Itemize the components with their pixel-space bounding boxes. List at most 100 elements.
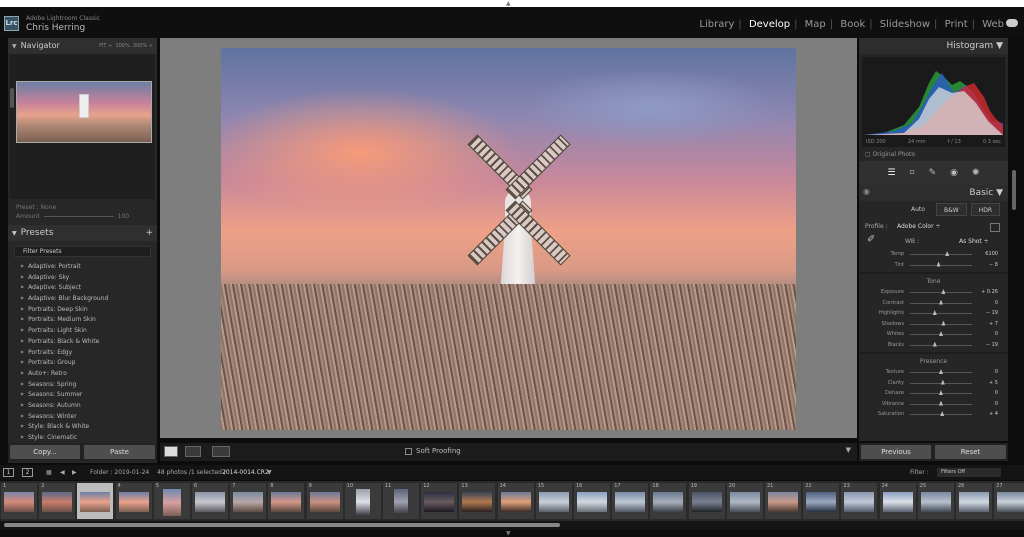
before-after-button[interactable] — [185, 446, 201, 457]
filmstrip-thumbnail[interactable] — [233, 492, 264, 512]
preset-group[interactable]: Portraits: Edgy — [21, 347, 157, 358]
toolbar-menu-icon[interactable]: ▼ — [846, 446, 851, 454]
filmstrip-cell[interactable]: 4 — [115, 483, 152, 519]
slider-track[interactable] — [910, 313, 972, 314]
slider-value[interactable]: − 8 — [989, 262, 998, 268]
eyedropper-icon[interactable]: ✐ — [867, 233, 875, 247]
filmstrip-cell[interactable]: 18 — [650, 483, 687, 519]
slider-track[interactable] — [910, 382, 972, 384]
filmstrip-scroll-thumb[interactable] — [4, 523, 560, 527]
slider-track[interactable] — [910, 254, 972, 255]
preset-group[interactable]: Portraits: Black & White — [21, 336, 157, 347]
filmstrip-cell[interactable]: 14 — [497, 483, 534, 519]
navigator-thumbnail[interactable] — [16, 81, 152, 143]
preset-group[interactable]: Portraits: Group — [21, 357, 157, 368]
primary-window-button[interactable]: 1 — [3, 468, 14, 477]
crop-icon[interactable]: ⌗ — [910, 168, 915, 178]
filmstrip-thumbnail[interactable] — [959, 492, 989, 512]
slider-value[interactable]: 0 — [995, 369, 998, 375]
zoom-options[interactable]: FIT ÷ 100% 300% ÷ — [99, 43, 153, 49]
edit-sliders-icon[interactable]: ☰ — [887, 168, 895, 178]
filmstrip-cell[interactable]: 17 — [612, 483, 649, 519]
filmstrip-cell[interactable]: 8 — [268, 483, 305, 519]
right-panel-scrollbar[interactable] — [1012, 170, 1016, 210]
yy-compare-button[interactable] — [212, 446, 230, 457]
filmstrip-cell[interactable]: 23 — [841, 483, 878, 519]
bw-button[interactable]: B&W — [935, 203, 967, 216]
selected-filename[interactable]: 2014-0014.CR2 — [222, 469, 269, 476]
slider-track[interactable] — [910, 323, 972, 325]
filmstrip-thumbnail[interactable] — [162, 489, 181, 516]
slider-value[interactable]: 0 — [995, 390, 998, 396]
filmstrip-cell[interactable]: 7 — [230, 483, 267, 519]
main-photo[interactable] — [221, 48, 796, 430]
preset-group[interactable]: Adaptive: Blur Background — [21, 293, 157, 304]
original-photo-toggle[interactable]: ▢ Original Photo — [859, 150, 1008, 159]
module-slideshow[interactable]: Slideshow — [880, 19, 930, 30]
filmstrip-cell[interactable]: 2 — [39, 483, 76, 519]
filmstrip-thumbnail[interactable] — [500, 492, 531, 512]
histogram[interactable]: ISO 200 24 mm f / 13 0.3 sec — [862, 57, 1005, 147]
preset-group[interactable]: Adaptive: Portrait — [21, 261, 157, 272]
filmstrip-cell[interactable]: 9 — [306, 483, 343, 519]
slider-value[interactable]: + 5 — [989, 380, 998, 386]
masking-icon[interactable]: ✺ — [972, 168, 980, 178]
filmstrip-thumbnail[interactable] — [394, 489, 408, 515]
wb-select[interactable]: As Shot ÷ — [959, 235, 989, 249]
loupe-view-button[interactable] — [164, 446, 178, 457]
filmstrip-thumbnail[interactable] — [882, 492, 913, 512]
filmstrip-thumbnail[interactable] — [118, 492, 149, 512]
slider-value[interactable]: 6100 — [985, 251, 998, 257]
filmstrip-thumbnail[interactable] — [615, 492, 646, 512]
slider-value[interactable]: + 7 — [989, 321, 998, 327]
top-panel-toggle[interactable]: ▲ — [0, 0, 1024, 7]
slider-track[interactable] — [910, 344, 972, 346]
preset-group[interactable]: Adaptive: Sky — [21, 272, 157, 283]
slider-value[interactable]: 0 — [995, 401, 998, 407]
module-develop[interactable]: Develop — [749, 19, 790, 30]
preset-group[interactable]: Style: Black & White — [21, 421, 157, 432]
slider-value[interactable]: + 4 — [989, 411, 998, 417]
filmstrip-thumbnail[interactable] — [424, 492, 455, 512]
preset-group[interactable]: Portraits: Light Skin — [21, 325, 157, 336]
copy-button[interactable]: Copy... — [10, 445, 80, 459]
preset-group[interactable]: Adaptive: Subject — [21, 282, 157, 293]
filmstrip-cell[interactable]: 15 — [535, 483, 572, 519]
filmstrip-cell[interactable]: 24 — [879, 483, 916, 519]
filmstrip-cell[interactable]: 11 — [383, 483, 419, 519]
filmstrip-cell[interactable]: 10 — [344, 483, 381, 519]
slider-value[interactable]: 0 — [995, 331, 998, 337]
filmstrip-cell[interactable]: 16 — [574, 483, 610, 519]
paste-button[interactable]: Paste — [84, 445, 155, 459]
panel-eye-icon[interactable]: ◉ — [863, 187, 870, 196]
filmstrip-cell[interactable]: 22 — [803, 483, 840, 519]
amount-slider[interactable] — [43, 216, 114, 217]
filmstrip-thumbnail[interactable] — [309, 492, 340, 512]
filmstrip-thumbnail[interactable] — [42, 492, 73, 512]
filmstrip-thumbnail[interactable] — [844, 492, 875, 512]
grid-view-icon[interactable]: ▦ — [46, 469, 52, 476]
forward-arrow-icon[interactable]: ▶ — [72, 469, 77, 476]
filmstrip-thumbnail[interactable] — [920, 492, 951, 512]
cloud-sync-icon[interactable] — [1006, 19, 1018, 27]
filmstrip-cell[interactable]: 20 — [726, 483, 763, 519]
navigator-header[interactable]: ▼ Navigator FIT ÷ 100% 300% ÷ — [8, 38, 157, 54]
preset-group[interactable]: Seasons: Autumn — [21, 400, 157, 411]
filmstrip-thumbnail[interactable] — [729, 492, 760, 512]
slider-value[interactable]: 0 — [995, 300, 998, 306]
preset-group[interactable]: Portraits: Medium Skin — [21, 314, 157, 325]
healing-brush-icon[interactable]: ✎ — [929, 168, 937, 178]
preset-group[interactable]: Seasons: Winter — [21, 411, 157, 422]
soft-proofing-checkbox[interactable] — [405, 448, 412, 455]
filmstrip-cell[interactable]: 25 — [917, 483, 954, 519]
filmstrip-thumbnail[interactable] — [462, 492, 493, 512]
slider-value[interactable]: + 0.26 — [981, 289, 998, 295]
filmstrip-cell[interactable]: 6 — [192, 483, 228, 519]
filmstrip-thumbnail[interactable] — [80, 492, 111, 512]
histogram-header[interactable]: Histogram ▼ — [859, 38, 1008, 54]
filmstrip-thumbnail[interactable] — [806, 492, 837, 512]
filmstrip-scrollbar[interactable] — [0, 521, 1024, 530]
slider-track[interactable] — [910, 292, 972, 293]
secondary-window-button[interactable]: 2 — [22, 468, 33, 477]
filmstrip-cell[interactable]: 13 — [459, 483, 496, 519]
